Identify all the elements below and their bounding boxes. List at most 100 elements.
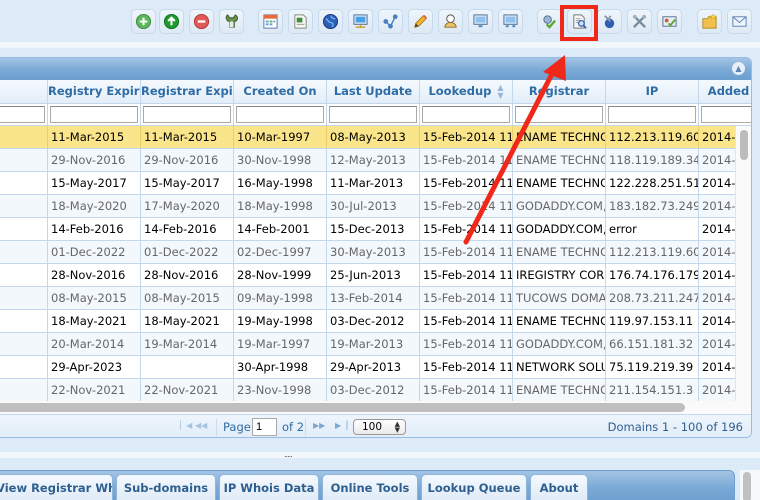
column-header-registrar[interactable]: Registrar: [513, 80, 606, 103]
filter-input-added[interactable]: [701, 106, 751, 123]
table-row[interactable]: 29-Nov-2016 29-Nov-2016 30-Nov-1998 12-May-…: [0, 149, 751, 172]
table-row[interactable]: 28-Nov-2016 28-Nov-2016 28-Nov-1999 25-Jun-…: [0, 264, 751, 287]
filter-input-domain[interactable]: [0, 106, 45, 123]
tab-view-registrar-whois[interactable]: View Registrar Whois: [0, 474, 113, 500]
wrench-button[interactable]: [219, 9, 244, 34]
calendar-button[interactable]: [258, 9, 283, 34]
cell-lookedup[interactable]: 15-Feb-2014 11: [420, 264, 513, 286]
cell-created-on[interactable]: 23-Nov-1998: [234, 379, 327, 401]
cell-lookedup[interactable]: 15-Feb-2014 11: [420, 126, 513, 148]
add-button[interactable]: [131, 9, 156, 34]
column-header-last-update[interactable]: Last Update: [327, 80, 420, 103]
cell-registrar-expiry[interactable]: 15-May-2017: [141, 172, 234, 194]
cell-last-update[interactable]: 11-Mar-2013: [327, 172, 420, 194]
cell-registrar-expiry[interactable]: 11-Mar-2015: [141, 126, 234, 148]
last-page-icon[interactable]: ▶▕: [335, 421, 347, 430]
cell-lookedup[interactable]: 15-Feb-2014 11: [420, 356, 513, 378]
filter-input-registry-expiry[interactable]: [50, 106, 138, 123]
cell-registrar[interactable]: ENAME TECHNOL: [513, 172, 606, 194]
cell-registrar[interactable]: ENAME TECHNOL: [513, 149, 606, 171]
first-page-icon[interactable]: ▏◀: [180, 421, 192, 430]
cell-ip[interactable]: error: [606, 218, 699, 240]
cell-registrar[interactable]: GODADDY.COM,: [513, 333, 606, 355]
cell-registry-expiry[interactable]: 15-May-2017: [48, 172, 141, 194]
cell-last-update[interactable]: 13-Feb-2014: [327, 287, 420, 309]
cell-registry-expiry[interactable]: 20-Mar-2014: [48, 333, 141, 355]
collapse-panel-button[interactable]: ▲: [732, 62, 745, 75]
cell-lookedup[interactable]: 15-Feb-2014 11: [420, 149, 513, 171]
page-number-input[interactable]: [252, 418, 277, 436]
cell-ip[interactable]: 118.119.189.34: [606, 149, 699, 171]
document-image-button[interactable]: [288, 9, 313, 34]
cell-lookedup[interactable]: 15-Feb-2014 11: [420, 379, 513, 401]
mail-button[interactable]: [727, 9, 752, 34]
cell-domain[interactable]: [0, 287, 48, 309]
cell-registrar[interactable]: TUCOWS DOMAIN: [513, 287, 606, 309]
filter-input-created-on[interactable]: [236, 106, 324, 123]
cell-registry-expiry[interactable]: 11-Mar-2015: [48, 126, 141, 148]
cell-registrar[interactable]: GODADDY.COM,: [513, 218, 606, 240]
up-arrow-button[interactable]: [159, 9, 184, 34]
cell-created-on[interactable]: 18-May-1998: [234, 195, 327, 217]
gear-check-button[interactable]: [537, 9, 562, 34]
cell-created-on[interactable]: 09-May-1998: [234, 287, 327, 309]
cell-registrar[interactable]: ENAME TECHNOL: [513, 379, 606, 401]
cell-registrar-expiry[interactable]: 08-May-2015: [141, 287, 234, 309]
cell-ip[interactable]: 122.228.251.51: [606, 172, 699, 194]
cell-registry-expiry[interactable]: 28-Nov-2016: [48, 264, 141, 286]
connection-nodes-button[interactable]: [378, 9, 403, 34]
cell-created-on[interactable]: 02-Dec-1997: [234, 241, 327, 263]
pencil-button[interactable]: [408, 9, 433, 34]
cell-registrar-expiry[interactable]: 29-Nov-2016: [141, 149, 234, 171]
cell-registrar-expiry[interactable]: 18-May-2021: [141, 310, 234, 332]
table-row[interactable]: 11-Mar-2015 11-Mar-2015 10-Mar-1997 08-May-…: [0, 126, 751, 149]
cell-last-update[interactable]: 29-Apr-2013: [327, 356, 420, 378]
cell-registrar-expiry[interactable]: 17-May-2020: [141, 195, 234, 217]
panel-splitter[interactable]: .....: [0, 451, 760, 459]
filter-input-registrar[interactable]: [515, 106, 603, 123]
id-card-check-button[interactable]: [657, 9, 682, 34]
cell-last-update[interactable]: 30-Jul-2013: [327, 195, 420, 217]
cell-ip[interactable]: 75.119.219.39: [606, 356, 699, 378]
cell-domain[interactable]: [0, 333, 48, 355]
tab-ip-whois-data[interactable]: IP Whois Data: [219, 474, 319, 500]
cell-created-on[interactable]: 10-Mar-1997: [234, 126, 327, 148]
cell-registrar[interactable]: GODADDY.COM,: [513, 195, 606, 217]
cell-created-on[interactable]: 19-Mar-1997: [234, 333, 327, 355]
cell-last-update[interactable]: 15-Dec-2013: [327, 218, 420, 240]
cell-registrar-expiry[interactable]: 19-Mar-2014: [141, 333, 234, 355]
column-header-registry-expiry[interactable]: Registry Expiry: [48, 80, 141, 103]
cell-registry-expiry[interactable]: 29-Apr-2023: [48, 356, 141, 378]
cell-created-on[interactable]: 16-May-1998: [234, 172, 327, 194]
dual-monitor-button[interactable]: [498, 9, 523, 34]
cell-lookedup[interactable]: 15-Feb-2014 11: [420, 241, 513, 263]
page-vertical-scroll-thumb[interactable]: [743, 472, 751, 500]
globe-button[interactable]: [318, 9, 343, 34]
column-header-added[interactable]: Added: [699, 80, 751, 103]
table-row[interactable]: 08-May-2015 08-May-2015 09-May-1998 13-Feb-…: [0, 287, 751, 310]
cell-last-update[interactable]: 30-May-2013: [327, 241, 420, 263]
cell-created-on[interactable]: 19-May-1998: [234, 310, 327, 332]
network-monitor-button[interactable]: [348, 9, 373, 34]
cell-domain[interactable]: [0, 379, 48, 401]
cell-lookedup[interactable]: 15-Feb-2014 11: [420, 218, 513, 240]
user-lookup-button[interactable]: [438, 9, 463, 34]
table-row[interactable]: 01-Dec-2022 01-Dec-2022 02-Dec-1997 30-May-…: [0, 241, 751, 264]
cell-last-update[interactable]: 19-Mar-2013: [327, 333, 420, 355]
column-header-ip[interactable]: IP: [606, 80, 699, 103]
cell-last-update[interactable]: 25-Jun-2013: [327, 264, 420, 286]
grid-horizontal-scroll-thumb[interactable]: [0, 403, 685, 412]
cell-registry-expiry[interactable]: 18-May-2020: [48, 195, 141, 217]
cell-registrar-expiry[interactable]: 28-Nov-2016: [141, 264, 234, 286]
filter-input-registrar-expiry[interactable]: [143, 106, 231, 123]
splitter-grip[interactable]: .....: [284, 451, 293, 459]
cell-created-on[interactable]: 28-Nov-1999: [234, 264, 327, 286]
monitor-button[interactable]: [468, 9, 493, 34]
filter-input-ip[interactable]: [608, 106, 696, 123]
table-row[interactable]: 15-May-2017 15-May-2017 16-May-1998 11-Mar-…: [0, 172, 751, 195]
cell-lookedup[interactable]: 15-Feb-2014 11: [420, 172, 513, 194]
cell-domain[interactable]: [0, 356, 48, 378]
tools-button[interactable]: [627, 9, 652, 34]
grid-vertical-scroll-thumb[interactable]: [740, 130, 748, 160]
column-header-domain[interactable]: [0, 80, 48, 103]
